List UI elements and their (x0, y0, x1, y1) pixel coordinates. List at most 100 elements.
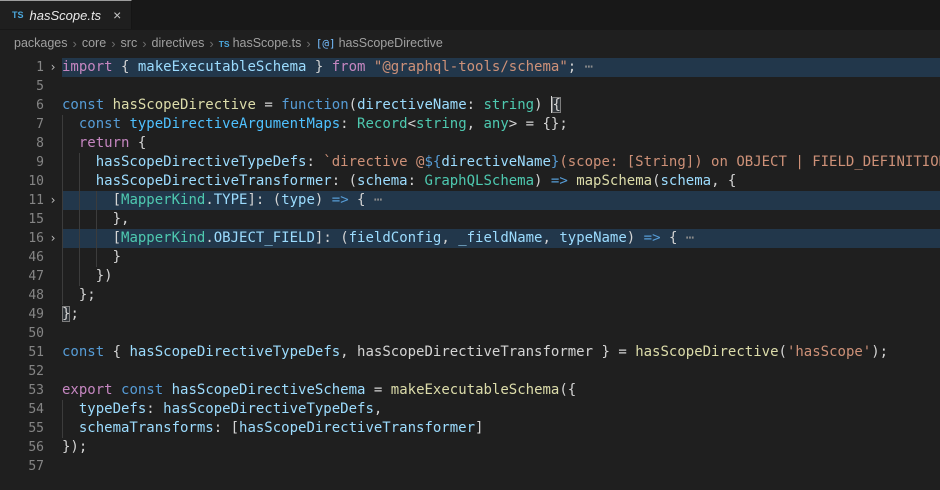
breadcrumb-item-symbol[interactable]: [@]hasScopeDirective (316, 36, 443, 50)
line-gutter: 15 (0, 210, 62, 229)
code-line[interactable]: 10 hasScopeDirectiveTransformer: (schema… (0, 172, 940, 191)
code-line[interactable]: 52 (0, 362, 940, 381)
indent-guide-icon (79, 210, 80, 229)
code-token: ( (779, 344, 787, 360)
code-line[interactable]: 46 } (0, 248, 940, 267)
code-token: : [ (214, 420, 239, 436)
code-token: ]: ( (315, 230, 349, 246)
code-token: => (551, 173, 568, 189)
code-token: = (365, 382, 390, 398)
code-text[interactable]: hasScopeDirectiveTransformer: (schema: G… (62, 172, 940, 191)
code-text[interactable]: export const hasScopeDirectiveSchema = m… (62, 381, 940, 400)
code-token: any (483, 116, 508, 132)
breadcrumb-symbol-label: hasScopeDirective (339, 36, 443, 50)
line-number: 46 (0, 248, 44, 267)
code-line[interactable]: 47 }) (0, 267, 940, 286)
indent-guide-icon (96, 191, 97, 210)
breadcrumb-item-packages[interactable]: packages (14, 36, 68, 50)
code-editor[interactable]: 1›import { makeExecutableSchema } from "… (0, 56, 940, 476)
code-text[interactable]: }, (62, 210, 940, 229)
line-number: 48 (0, 286, 44, 305)
code-text[interactable]: const { hasScopeDirectiveTypeDefs, hasSc… (62, 343, 940, 362)
code-line[interactable]: 5 (0, 77, 940, 96)
code-token: TYPE (214, 192, 248, 208)
code-token: => (332, 192, 349, 208)
code-text[interactable]: typeDefs: hasScopeDirectiveTypeDefs, (62, 400, 940, 419)
code-line[interactable]: 11› [MapperKind.TYPE]: (type) => { ⋯ (0, 191, 940, 210)
breadcrumb-item-core[interactable]: core (82, 36, 106, 50)
code-token: makeExecutableSchema (391, 382, 560, 398)
code-text[interactable]: }) (62, 267, 940, 286)
indent-guide-icon (62, 191, 63, 210)
code-line[interactable]: 49}; (0, 305, 940, 324)
code-line[interactable]: 55 schemaTransforms: [hasScopeDirectiveT… (0, 419, 940, 438)
code-text[interactable] (62, 457, 940, 476)
code-text[interactable] (62, 77, 940, 96)
close-tab-icon[interactable]: × (113, 8, 121, 22)
indent-guide-icon (62, 210, 63, 229)
code-token: : (306, 154, 323, 170)
code-token: schema (661, 173, 712, 189)
line-number: 5 (0, 77, 44, 96)
indent-guide-icon (62, 286, 63, 305)
code-token: > = {}; (509, 116, 568, 132)
code-text[interactable]: const hasScopeDirective = function(direc… (62, 96, 940, 115)
code-line[interactable]: 50 (0, 324, 940, 343)
editor-lines: 1›import { makeExecutableSchema } from "… (0, 58, 940, 476)
code-line[interactable]: 56}); (0, 438, 940, 457)
code-line[interactable]: 57 (0, 457, 940, 476)
code-token: : (467, 97, 484, 113)
code-token: = (256, 97, 281, 113)
code-token: [ (62, 192, 121, 208)
code-text[interactable]: hasScopeDirectiveTypeDefs: `directive @$… (62, 153, 940, 172)
code-token: }) (62, 268, 113, 284)
code-line[interactable]: 15 }, (0, 210, 940, 229)
code-text[interactable]: import { makeExecutableSchema } from "@g… (62, 58, 940, 77)
code-token: directiveName (357, 97, 467, 113)
code-line[interactable]: 1›import { makeExecutableSchema } from "… (0, 58, 940, 77)
code-token: ; (70, 306, 78, 322)
code-token: { (104, 344, 129, 360)
code-text[interactable]: const typeDirectiveArgumentMaps: Record<… (62, 115, 940, 134)
indent-guide-icon (79, 172, 80, 191)
code-line[interactable]: 16› [MapperKind.OBJECT_FIELD]: (fieldCon… (0, 229, 940, 248)
breadcrumb-item-file[interactable]: TShasScope.ts (219, 36, 302, 50)
indent-guide-icon (62, 172, 63, 191)
code-token: "@graphql-tools/schema" (374, 59, 568, 75)
breadcrumb-item-src[interactable]: src (121, 36, 138, 50)
code-text[interactable]: }; (62, 286, 940, 305)
tab-hasscope-ts[interactable]: TS hasScope.ts × (0, 0, 132, 29)
code-text[interactable]: schemaTransforms: [hasScopeDirectiveTran… (62, 419, 940, 438)
code-line[interactable]: 48 }; (0, 286, 940, 305)
code-text[interactable] (62, 324, 940, 343)
code-text[interactable]: }; (62, 305, 940, 324)
code-line[interactable]: 7 const typeDirectiveArgumentMaps: Recor… (0, 115, 940, 134)
code-line[interactable]: 53export const hasScopeDirectiveSchema =… (0, 381, 940, 400)
breadcrumb-item-directives[interactable]: directives (152, 36, 205, 50)
line-gutter: 49 (0, 305, 62, 324)
code-text[interactable]: [MapperKind.TYPE]: (type) => { ⋯ (62, 191, 940, 210)
code-text[interactable]: } (62, 248, 940, 267)
line-gutter: 57 (0, 457, 62, 476)
fold-arrow-icon[interactable]: › (44, 229, 62, 248)
code-text[interactable]: [MapperKind.OBJECT_FIELD]: (fieldConfig,… (62, 229, 940, 248)
fold-arrow-icon[interactable]: › (44, 191, 62, 210)
code-line[interactable]: 8 return { (0, 134, 940, 153)
code-token: schemaTransforms (79, 420, 214, 436)
code-text[interactable] (62, 362, 940, 381)
code-line[interactable]: 51const { hasScopeDirectiveTypeDefs, has… (0, 343, 940, 362)
fold-arrow-icon (44, 362, 62, 381)
code-token: hasScopeDirectiveTransformer (239, 420, 475, 436)
code-text[interactable]: }); (62, 438, 940, 457)
code-token: (scope: [String]) on OBJECT | FIELD_DEFI… (559, 154, 940, 170)
code-line[interactable]: 54 typeDefs: hasScopeDirectiveTypeDefs, (0, 400, 940, 419)
code-token: from (332, 59, 366, 75)
line-number: 16 (0, 229, 44, 248)
code-line[interactable]: 9 hasScopeDirectiveTypeDefs: `directive … (0, 153, 940, 172)
code-line[interactable]: 6const hasScopeDirective = function(dire… (0, 96, 940, 115)
code-token: , (467, 116, 484, 132)
code-token: export (62, 382, 113, 398)
code-text[interactable]: return { (62, 134, 940, 153)
fold-arrow-icon[interactable]: › (44, 58, 62, 77)
symbol-variable-icon: [@] (316, 37, 336, 50)
